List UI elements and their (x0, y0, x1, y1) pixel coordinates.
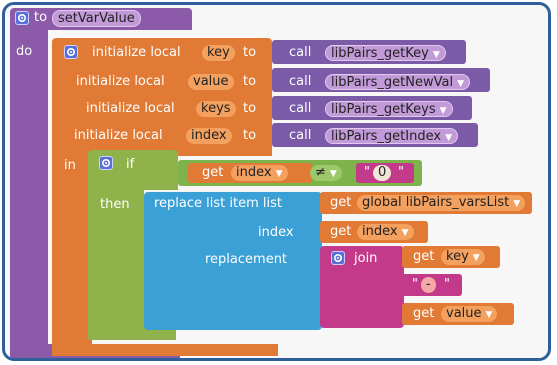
text-value-field[interactable]: 0 (373, 165, 392, 181)
text-value-field[interactable]: - (421, 277, 436, 293)
call-label: call (289, 45, 312, 60)
if-label: if (126, 157, 135, 172)
local-var-name-field[interactable]: key (202, 45, 235, 61)
compare-operator-dropdown[interactable]: ≠ ▼ (310, 165, 342, 181)
local-to-label: to (243, 45, 257, 60)
procedure-to-label: to (34, 10, 48, 25)
gear-icon[interactable] (64, 45, 78, 59)
dropdown-arrow-icon: ▼ (472, 253, 480, 263)
variable-name: global libPairs_varsList (362, 195, 510, 210)
procedure-name-field[interactable]: setVarValue (52, 10, 141, 27)
replace-list-item-label: replace list item list (154, 196, 282, 211)
dropdown-arrow-icon: ▼ (275, 169, 283, 179)
local-to-label: to (243, 101, 257, 116)
variable-name: index (236, 165, 272, 180)
get-label: get (330, 195, 352, 210)
initialize-local-footer (52, 344, 278, 356)
call-function-name: libPairs_getNewVal (331, 75, 454, 90)
variable-name: key (446, 249, 469, 264)
local-var-name-field[interactable]: keys (196, 101, 236, 117)
local-to-label: to (243, 74, 257, 89)
gear-icon[interactable] (15, 11, 29, 25)
in-label: in (64, 158, 76, 173)
text-quote-close: " (398, 165, 404, 180)
dropdown-arrow-icon: ▼ (401, 228, 409, 238)
call-function-name: libPairs_getKey (331, 46, 429, 61)
procedure-block-spine (10, 28, 48, 358)
text-quote-open: " (364, 165, 370, 180)
dropdown-arrow-icon: ▼ (329, 169, 337, 179)
replacement-socket-label: replacement (205, 252, 288, 267)
blocks-workspace[interactable]: to setVarValue do initialize local key t… (0, 0, 557, 365)
call-label: call (289, 128, 312, 143)
initialize-local-spine (52, 150, 92, 356)
local-var-name-field[interactable]: index (186, 128, 232, 144)
call-function-dropdown[interactable]: libPairs_getKeys ▼ (325, 101, 453, 117)
call-function-dropdown[interactable]: libPairs_getIndex ▼ (325, 128, 458, 144)
call-function-name: libPairs_getIndex (331, 129, 442, 144)
call-label: call (289, 101, 312, 116)
dropdown-arrow-icon: ▼ (432, 50, 440, 60)
variable-dropdown[interactable]: global libPairs_varsList ▼ (357, 195, 526, 211)
local-prefix-label: initialize local (92, 45, 181, 60)
get-label: get (202, 165, 224, 180)
text-quote-close: " (444, 277, 450, 292)
get-label: get (413, 306, 435, 321)
gear-icon[interactable] (331, 251, 345, 265)
call-function-name: libPairs_getKeys (331, 102, 436, 117)
procedure-do-label: do (16, 44, 33, 59)
dropdown-arrow-icon: ▼ (485, 310, 493, 320)
local-prefix-label: initialize local (76, 74, 165, 89)
local-var-name-field[interactable]: value (188, 74, 234, 90)
call-label: call (289, 74, 312, 89)
local-prefix-label: initialize local (86, 101, 175, 116)
variable-dropdown[interactable]: index ▼ (231, 165, 288, 181)
compare-operator: ≠ (315, 165, 326, 180)
local-prefix-label: initialize local (74, 128, 163, 143)
then-label: then (100, 197, 130, 212)
get-label: get (330, 224, 352, 239)
variable-name: index (362, 224, 398, 239)
index-socket-label: index (258, 225, 294, 240)
gear-icon[interactable] (99, 156, 113, 170)
variable-dropdown[interactable]: index ▼ (357, 224, 414, 240)
dropdown-arrow-icon: ▼ (513, 199, 521, 209)
dropdown-arrow-icon: ▼ (457, 79, 465, 89)
variable-name: value (446, 306, 482, 321)
get-label: get (413, 249, 435, 264)
variable-dropdown[interactable]: value ▼ (441, 306, 498, 322)
join-label: join (354, 251, 378, 266)
variable-dropdown[interactable]: key ▼ (441, 249, 485, 265)
dropdown-arrow-icon: ▼ (445, 133, 452, 143)
call-function-dropdown[interactable]: libPairs_getNewVal ▼ (325, 74, 471, 90)
local-to-label: to (243, 128, 257, 143)
text-quote-open: " (412, 277, 418, 292)
dropdown-arrow-icon: ▼ (439, 106, 447, 116)
call-function-dropdown[interactable]: libPairs_getKey ▼ (325, 45, 446, 61)
